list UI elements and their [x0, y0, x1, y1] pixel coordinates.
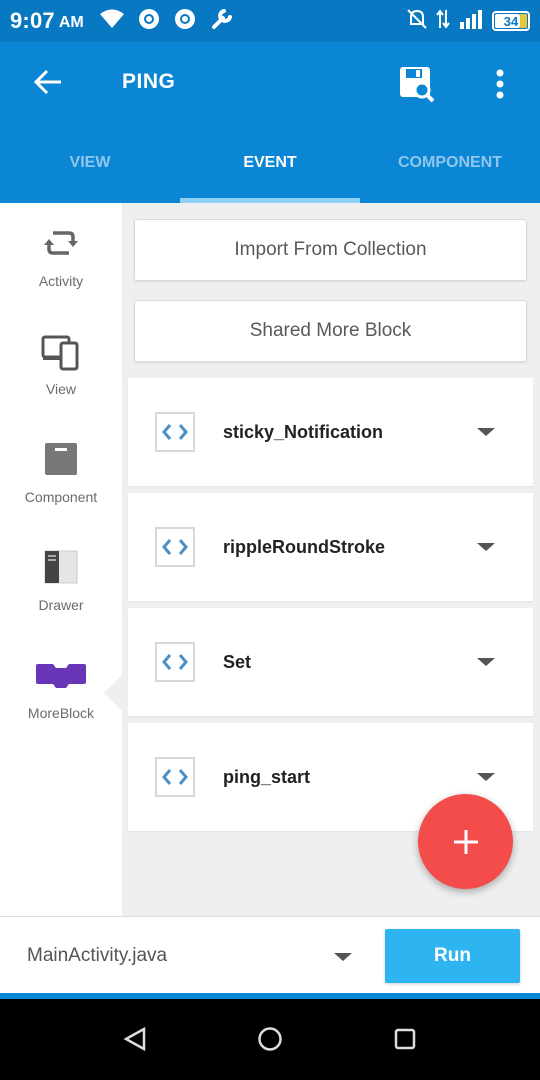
sidebar-item-label: Drawer: [38, 597, 84, 613]
chevron-down-icon[interactable]: [477, 543, 495, 551]
code-brackets-icon: [155, 527, 195, 567]
circle-home-icon: [258, 1027, 282, 1051]
status-bar: 9:07 AM 34: [0, 0, 540, 42]
chevron-down-icon[interactable]: [477, 773, 495, 781]
drawer-icon: [44, 550, 78, 584]
moreblock-row[interactable]: rippleRoundStroke: [128, 493, 533, 601]
overflow-menu-button[interactable]: [476, 60, 524, 108]
moreblock-name: sticky_Notification: [223, 421, 384, 442]
app-bar: PING: [0, 42, 540, 122]
sidebar-item-moreblock[interactable]: MoreBlock: [0, 635, 122, 743]
plus-icon: [453, 829, 478, 854]
chevron-down-icon[interactable]: [477, 428, 495, 436]
sidebar-item-component[interactable]: Component: [0, 419, 122, 527]
import-from-collection-button[interactable]: Import From Collection: [134, 219, 527, 281]
moreblock-row[interactable]: sticky_Notification: [128, 378, 533, 486]
sidebar-item-label: MoreBlock: [27, 705, 95, 721]
code-brackets-icon: [155, 757, 195, 797]
sidebar-item-drawer[interactable]: Drawer: [0, 527, 122, 635]
status-ampm: AM: [58, 14, 84, 31]
nav-recents-button[interactable]: [383, 1017, 427, 1061]
shared-more-block-button[interactable]: Shared More Block: [134, 300, 527, 362]
file-selector-dropdown[interactable]: MainActivity.java: [0, 917, 375, 994]
nav-back-button[interactable]: [113, 1017, 157, 1061]
chrome-icon: [174, 8, 196, 35]
square-recents-icon: [394, 1028, 416, 1050]
sidebar-item-label: Component: [24, 489, 98, 505]
sidebar-item-label: View: [45, 381, 77, 397]
devices-icon: [41, 335, 79, 371]
nav-home-button[interactable]: [248, 1017, 292, 1061]
chevron-down-icon[interactable]: [477, 658, 495, 666]
tab-component[interactable]: COMPONENT: [360, 122, 540, 203]
status-time: 9:07: [10, 8, 55, 33]
tab-view[interactable]: VIEW: [0, 122, 180, 203]
tab-event[interactable]: EVENT: [180, 122, 360, 203]
sidebar-item-view[interactable]: View: [0, 311, 122, 419]
mute-icon: [406, 8, 428, 35]
triangle-back-icon: [123, 1026, 146, 1052]
save-search-icon: [400, 67, 435, 103]
activity-cycle-icon: [44, 231, 78, 255]
back-button[interactable]: [18, 52, 78, 112]
more-vertical-icon: [496, 69, 504, 99]
selected-file-name: MainActivity.java: [27, 944, 168, 966]
tab-bar: VIEW EVENT COMPONENT: [0, 122, 540, 203]
page-title: PING: [122, 70, 176, 93]
sidebar-item-label: Activity: [38, 273, 84, 289]
status-notification-icons: [99, 7, 234, 36]
chrome-icon: [138, 8, 160, 35]
arrow-left-icon: [33, 69, 61, 95]
component-box-icon: [45, 443, 77, 475]
battery-level: 34: [503, 13, 519, 29]
wrench-icon: [210, 7, 234, 36]
code-brackets-icon: [155, 412, 195, 452]
data-transfer-icon: [436, 8, 450, 35]
category-sidebar: Activity View Component Drawer MoreBlock: [0, 203, 122, 916]
moreblock-name: ping_start: [223, 766, 311, 787]
signal-icon: [458, 8, 484, 35]
system-nav-bar: [0, 999, 540, 1080]
bottom-bar: MainActivity.java Run: [0, 916, 540, 993]
save-button[interactable]: [393, 60, 441, 108]
status-system-icons: 34: [406, 8, 530, 35]
wifi-icon: [99, 9, 124, 34]
moreblock-icon: [36, 664, 86, 688]
moreblock-name: Set: [223, 651, 252, 672]
moreblock-name: rippleRoundStroke: [223, 536, 386, 557]
add-moreblock-fab[interactable]: [418, 794, 513, 889]
run-button[interactable]: Run: [385, 929, 520, 983]
sidebar-item-activity[interactable]: Activity: [0, 203, 122, 311]
chevron-down-icon: [334, 953, 352, 961]
moreblock-row[interactable]: Set: [128, 608, 533, 716]
code-brackets-icon: [155, 642, 195, 682]
battery-icon: 34: [492, 11, 530, 31]
